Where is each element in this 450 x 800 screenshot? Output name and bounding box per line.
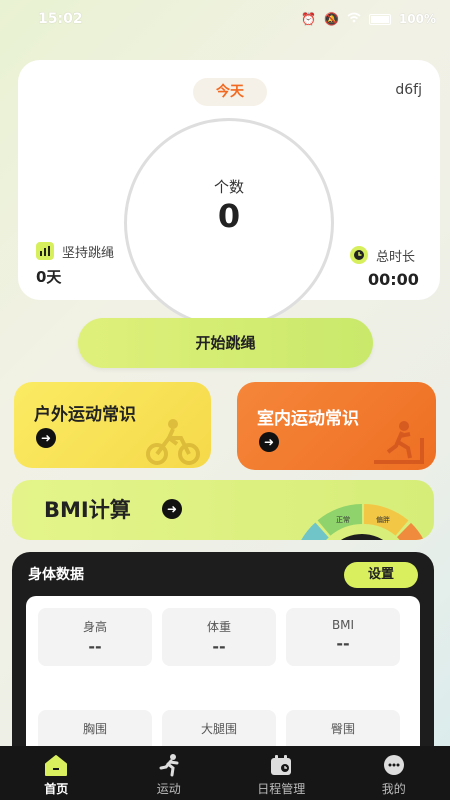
home-icon (0, 752, 113, 778)
body-data-title: 身体数据 (28, 567, 84, 583)
gauge-label-overweight: 偏胖 (376, 515, 390, 524)
bar-chart-icon (36, 242, 54, 260)
count-label: 个数 (213, 178, 244, 196)
bmi-gauge: 偏瘦 正常 偏胖 肥胖 (301, 504, 424, 540)
outdoor-sports-card[interactable]: 户外运动常识 ➜ (14, 382, 211, 468)
status-time: 15:02 (38, 11, 83, 27)
metric-label: 体重 (206, 620, 231, 634)
arrow-right-icon: ➜ (259, 432, 279, 452)
arrow-right-icon: ➜ (162, 499, 182, 519)
battery-percent: 100% (398, 12, 436, 26)
metric-label: 胸围 (82, 722, 107, 736)
status-icons: ⏰ 🔕 100% (301, 12, 436, 26)
tab-schedule-label: 日程管理 (257, 782, 306, 796)
clock-icon (350, 246, 368, 264)
status-bar: 15:02 ⏰ 🔕 100% (0, 0, 450, 36)
metric-value: -- (336, 634, 350, 653)
persist-label: 坚持跳绳 (62, 246, 115, 261)
metric-bmi[interactable]: BMI -- (286, 608, 400, 666)
battery-icon (368, 13, 391, 25)
tab-home[interactable]: 首页 (0, 746, 113, 800)
tab-sports-label: 运动 (156, 782, 181, 796)
metric-value: -- (88, 637, 102, 656)
indoor-sports-card[interactable]: 室内运动常识 ➜ (237, 382, 436, 470)
persist-value: 0天 (36, 268, 62, 286)
cycling-icon (146, 419, 200, 465)
metric-label: 臀围 (330, 722, 355, 736)
tab-sports[interactable]: 运动 (113, 746, 226, 800)
jump-rope-summary-card: 今天 d6fj 个数 0 坚持跳绳 0天 总时长 00:00 (18, 60, 440, 328)
alarm-icon: ⏰ (301, 12, 316, 26)
mute-icon: 🔕 (323, 12, 339, 26)
count-value: 0 (217, 197, 241, 235)
arrow-right-icon: ➜ (36, 428, 56, 448)
start-jump-rope-button[interactable]: 开始跳绳 (78, 318, 373, 368)
metric-weight[interactable]: 体重 -- (162, 608, 276, 666)
wifi-icon (347, 12, 361, 26)
calendar-icon (225, 752, 338, 778)
settings-button[interactable]: 设置 (344, 562, 418, 588)
tab-schedule[interactable]: 日程管理 (225, 746, 338, 800)
metric-value: -- (212, 637, 226, 656)
tab-profile-label: 我的 (381, 782, 406, 796)
metric-label: 大腿围 (200, 722, 237, 736)
bottom-tab-bar: 首页 运动 日程管理 我的 (0, 746, 450, 800)
indoor-card-title: 室内运动常识 (257, 409, 359, 429)
metric-label: BMI (331, 618, 355, 632)
tab-profile[interactable]: 我的 (338, 746, 450, 800)
metric-label: 身高 (82, 620, 107, 634)
bmi-title: BMI计算 (44, 498, 131, 522)
device-id[interactable]: d6fj (395, 82, 422, 98)
duration-value: 00:00 (368, 270, 419, 289)
outdoor-card-title: 户外运动常识 (34, 405, 136, 425)
running-icon (113, 752, 226, 778)
chat-icon (338, 752, 450, 778)
tab-home-label: 首页 (44, 782, 69, 796)
duration-label: 总时长 (376, 250, 416, 265)
metric-height[interactable]: 身高 -- (38, 608, 152, 666)
bmi-calculator-card[interactable]: BMI计算 ➜ 偏瘦 正常 偏胖 肥胖 (12, 480, 434, 540)
treadmill-icon (374, 421, 424, 464)
gauge-label-normal: 正常 (336, 515, 350, 524)
count-ring: 个数 0 (124, 118, 334, 328)
today-tab[interactable]: 今天 (193, 78, 267, 106)
